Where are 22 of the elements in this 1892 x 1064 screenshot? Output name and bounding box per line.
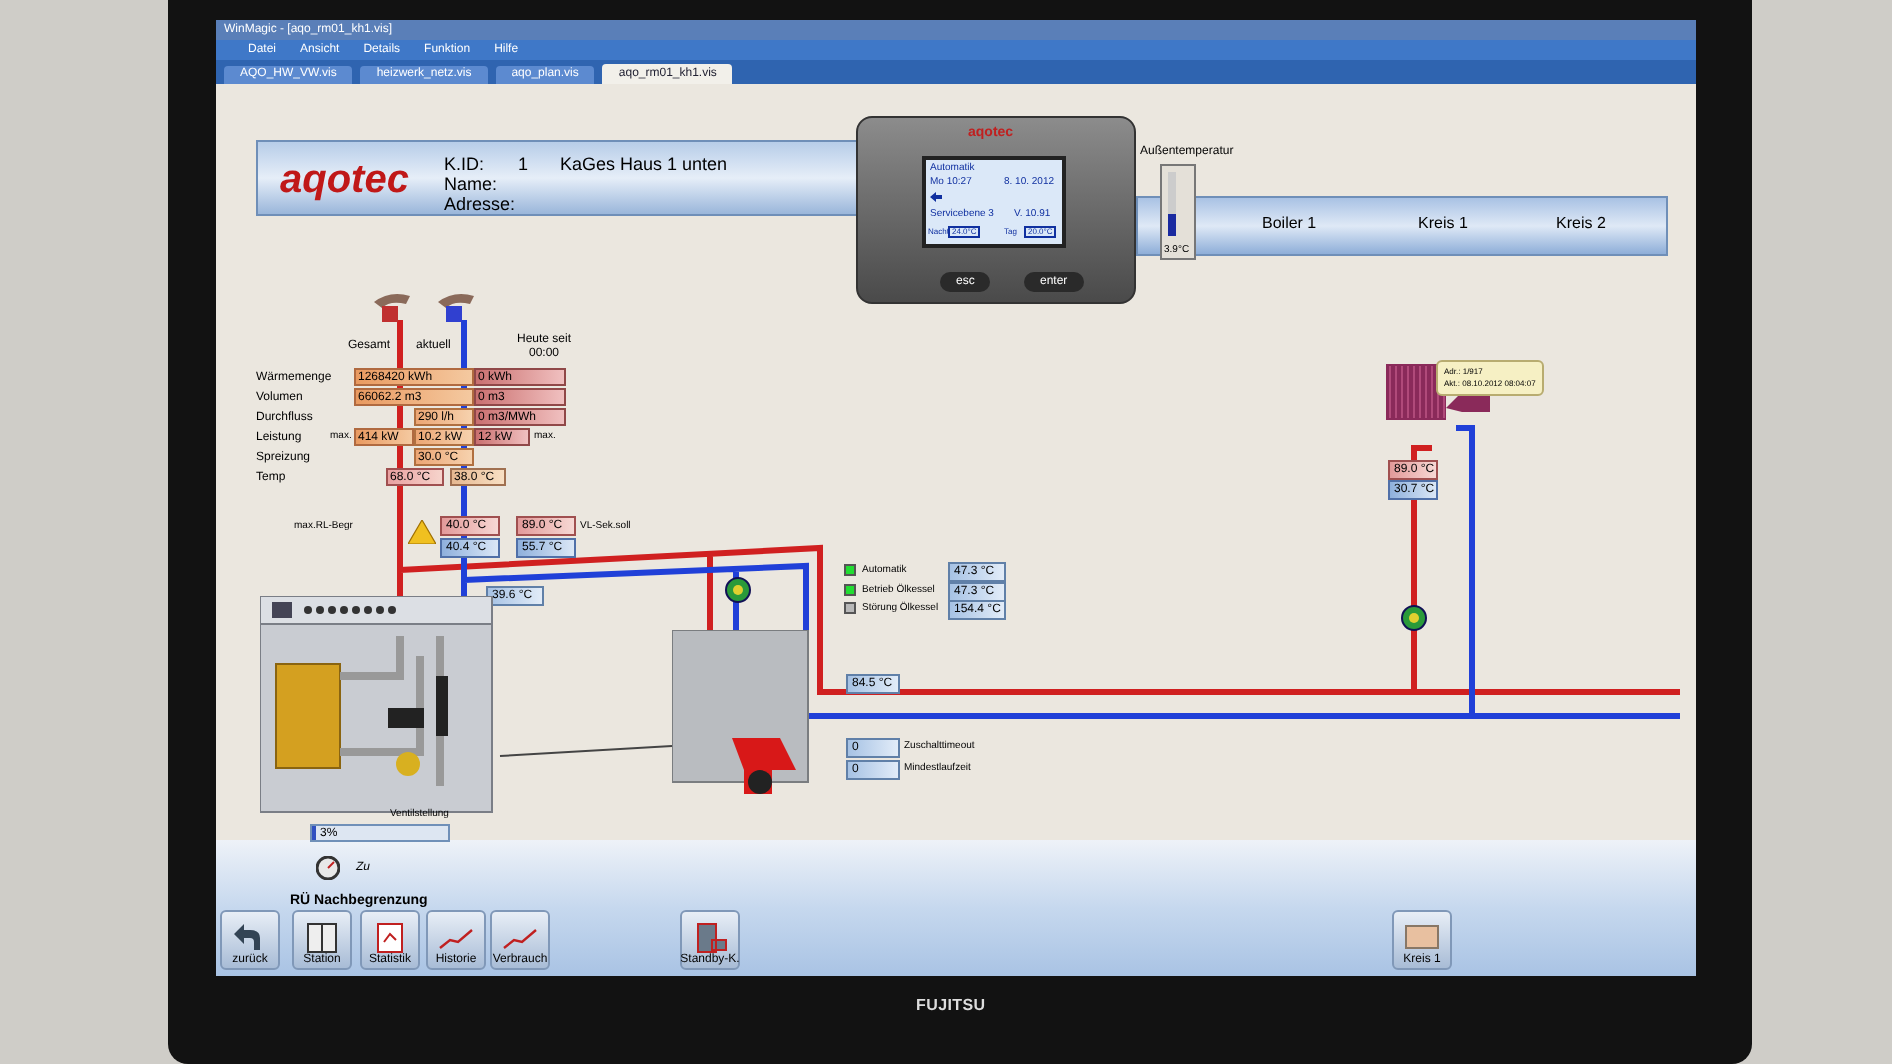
book-icon (304, 922, 340, 954)
monitor-brand: FUJITSU (916, 994, 986, 1018)
pump-icon (1400, 604, 1428, 632)
logo: aqotec (280, 160, 409, 200)
circuit-label[interactable]: Boiler 1 (1262, 216, 1317, 232)
site-name: KaGes Haus 1 unten (560, 156, 728, 174)
warning-icon (408, 520, 436, 544)
arrow-icon (930, 192, 942, 202)
door-icon (692, 922, 728, 954)
id-label: K.ID: (444, 156, 485, 174)
controller-display (922, 156, 1066, 248)
gauge-icon (316, 856, 340, 880)
pump-icon (724, 576, 752, 604)
address-label: Adresse: (444, 196, 516, 214)
name-label: Name: (444, 176, 498, 194)
chart-icon (372, 922, 408, 954)
circuit-label[interactable]: Kreis 1 (1418, 216, 1468, 232)
valve-icon (370, 290, 414, 322)
circuit-label[interactable]: Kreis 2 (1556, 216, 1606, 232)
panel-icon (1404, 922, 1440, 954)
id-value: 1 (518, 156, 529, 174)
valve-icon (434, 290, 478, 322)
